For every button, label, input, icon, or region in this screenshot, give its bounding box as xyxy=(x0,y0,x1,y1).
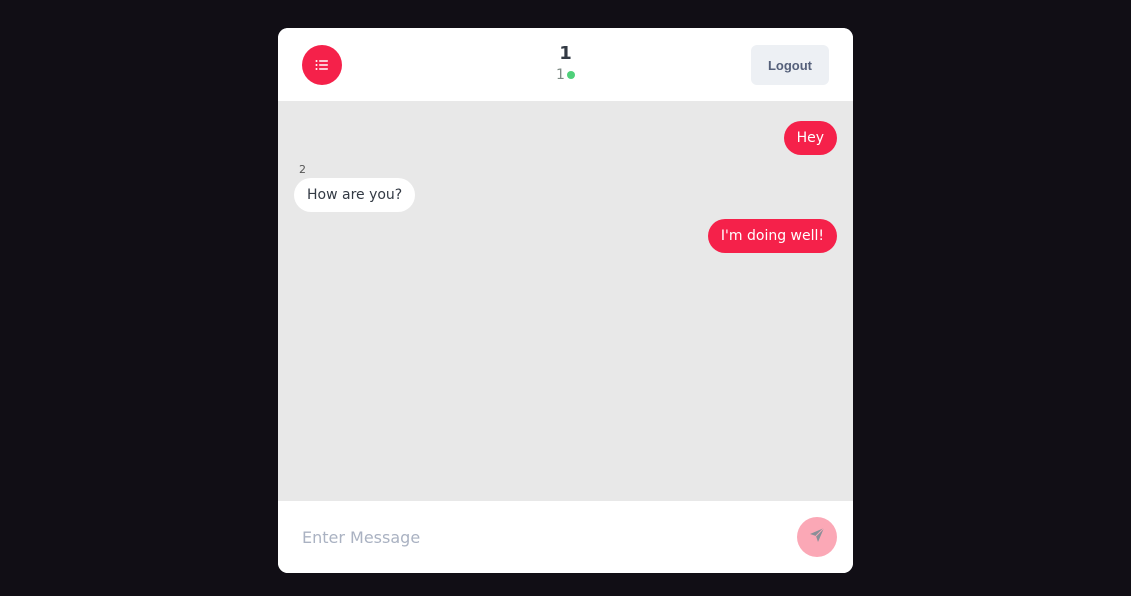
message-composer xyxy=(278,501,853,573)
online-count: 1 xyxy=(556,67,565,83)
send-icon xyxy=(809,527,825,547)
send-button[interactable] xyxy=(797,517,837,557)
message-sender: 2 xyxy=(299,163,306,176)
online-dot-icon xyxy=(566,71,575,79)
message-list: Hey 2 How are you? I'm doing well! xyxy=(278,101,853,501)
message-bubble: Hey xyxy=(783,121,837,155)
chat-window: 1 1 Logout Hey 2 How are you? I'm doing … xyxy=(278,28,853,573)
chat-header: 1 1 Logout xyxy=(278,28,853,101)
message-bubble: How are you? xyxy=(294,178,416,212)
message-bubble: I'm doing well! xyxy=(707,219,837,253)
message-input[interactable] xyxy=(302,523,772,551)
logout-button[interactable]: Logout xyxy=(751,45,829,85)
